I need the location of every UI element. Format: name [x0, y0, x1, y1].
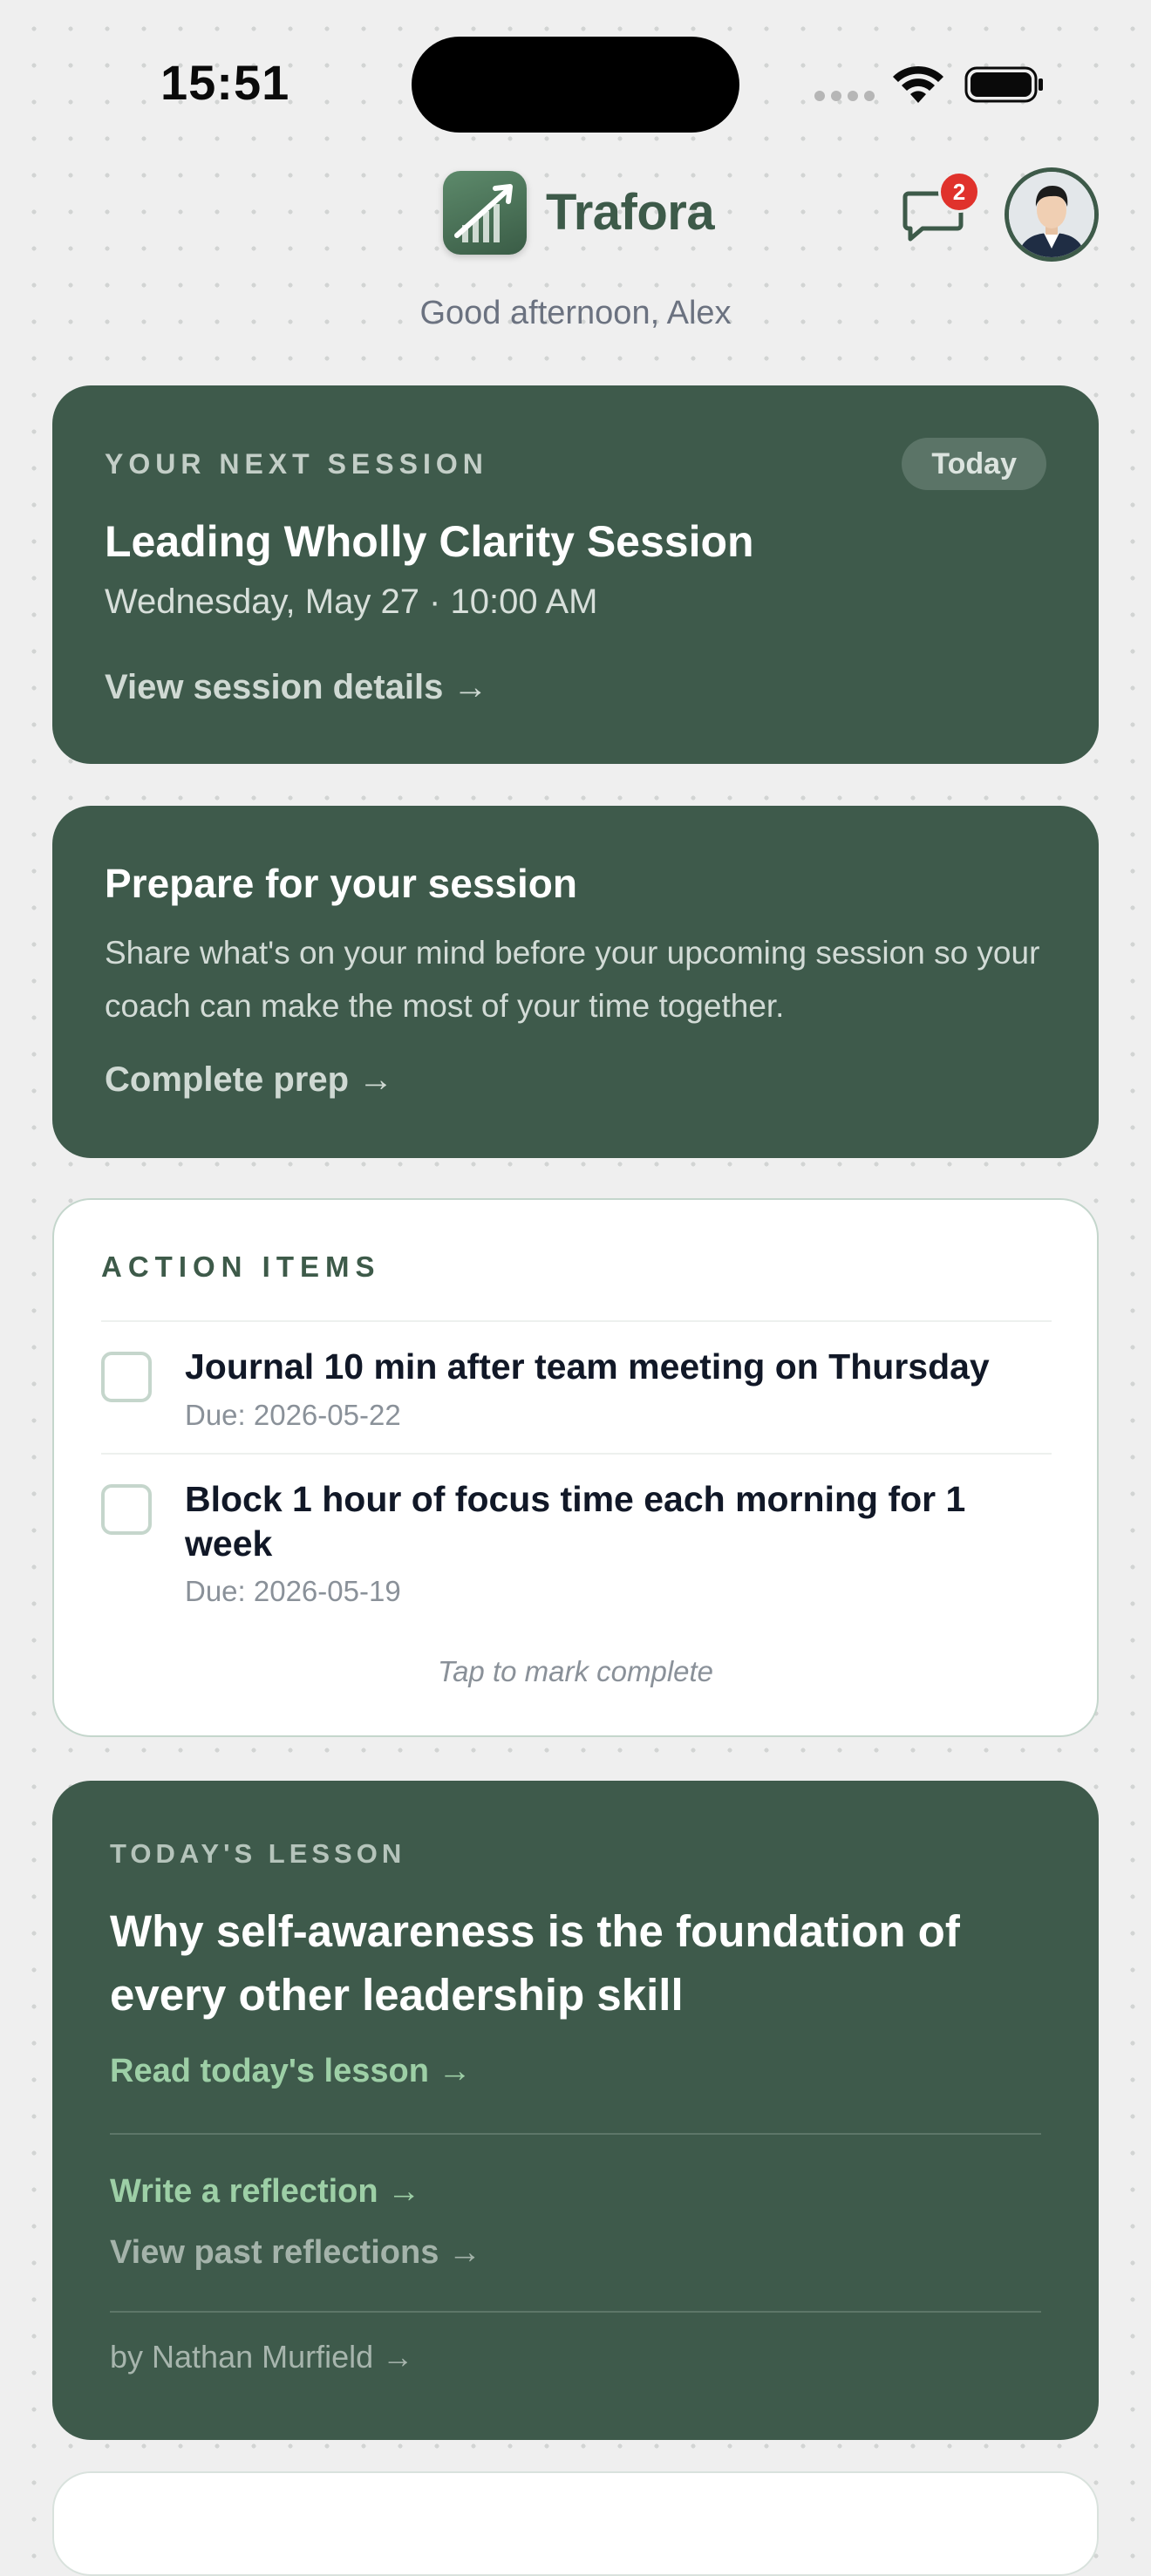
write-reflection-link[interactable]: Write a reflection → [110, 2173, 420, 2211]
view-session-details-link[interactable]: View session details → [105, 668, 487, 707]
status-time: 15:51 [160, 55, 290, 110]
complete-prep-link[interactable]: Complete prep → [105, 1060, 393, 1100]
trending-chart-icon [454, 184, 513, 242]
mark-complete-hint: Tap to mark complete [437, 1655, 714, 1687]
divider [101, 1453, 1052, 1455]
action-item-text[interactable]: Journal 10 min after team meeting on Thu… [185, 1345, 1048, 1389]
prep-title: Prepare for your session [105, 861, 577, 906]
prep-card[interactable]: Prepare for your session Share what's on… [52, 806, 1099, 1158]
prep-description: Share what's on your mind before your up… [105, 935, 1040, 1024]
action-item-checkbox[interactable] [101, 1484, 152, 1535]
lesson-title: Why self-awareness is the foundation of … [110, 1906, 960, 2020]
next-session-eyebrow: YOUR NEXT SESSION [105, 448, 488, 480]
lesson-author-link[interactable]: by Nathan Murfield → [110, 2339, 413, 2375]
dynamic-island [412, 37, 739, 133]
next-card-peek [52, 2471, 1099, 2576]
cellular-signal-icon [814, 91, 875, 101]
app-name: Trafora [546, 184, 715, 241]
divider [110, 2133, 1041, 2135]
wifi-icon [893, 65, 943, 103]
session-datetime: Wednesday, May 27 · 10:00 AM [105, 583, 598, 621]
next-session-card[interactable]: YOUR NEXT SESSION Today Leading Wholly C… [52, 385, 1099, 764]
action-item-text[interactable]: Block 1 hour of focus time each morning … [185, 1477, 1048, 1566]
action-items-card: ACTION ITEMS Journal 10 min after team m… [52, 1198, 1099, 1737]
todays-lesson-card[interactable]: TODAY'S LESSON Why self-awareness is the… [52, 1781, 1099, 2440]
read-lesson-link[interactable]: Read today's lesson → [110, 2053, 472, 2090]
divider [110, 2311, 1041, 2313]
view-past-reflections-link[interactable]: View past reflections → [110, 2234, 481, 2272]
lesson-eyebrow: TODAY'S LESSON [110, 1838, 406, 1869]
session-title: Leading Wholly Clarity Session [105, 517, 754, 566]
user-photo-icon [1009, 172, 1094, 257]
action-item-checkbox[interactable] [101, 1352, 152, 1402]
action-item-due-date: Due: 2026-05-19 [185, 1575, 401, 1607]
avatar[interactable] [1005, 167, 1099, 262]
divider [101, 1320, 1052, 1322]
today-badge: Today [902, 438, 1046, 490]
greeting-text: Good afternoon, Alex [419, 295, 732, 331]
action-item-due-date: Due: 2026-05-22 [185, 1399, 401, 1431]
action-items-title: ACTION ITEMS [101, 1251, 381, 1283]
app-logo [443, 171, 527, 255]
unread-badge: 2 [938, 171, 980, 213]
battery-icon [964, 66, 1043, 103]
